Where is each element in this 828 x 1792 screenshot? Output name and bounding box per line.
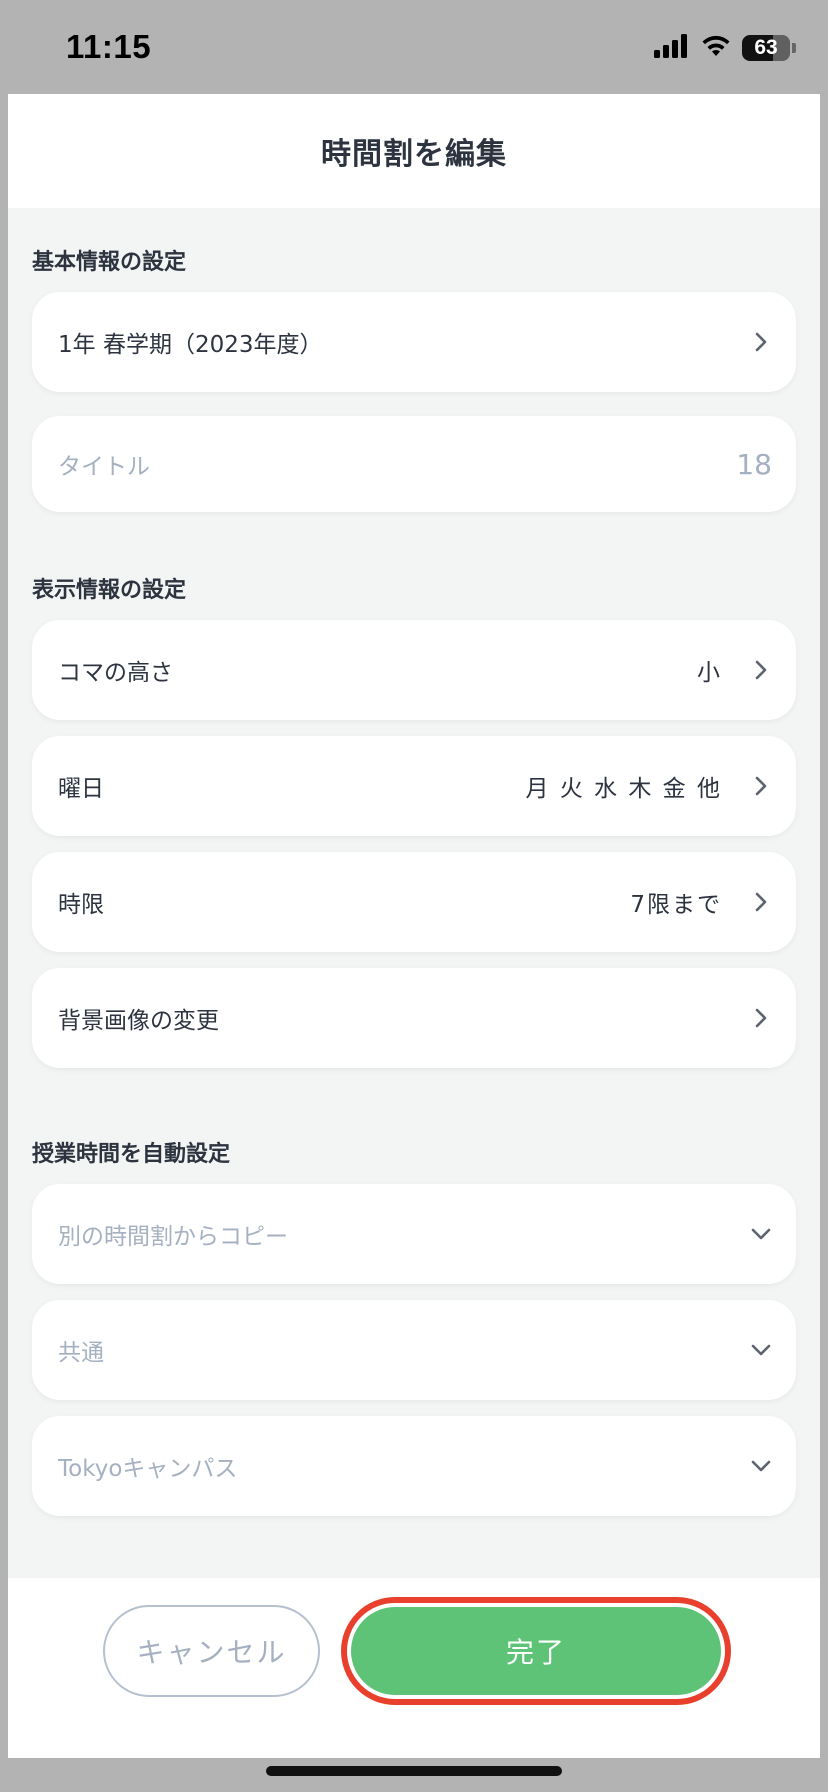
status-bar: 11:15 63 (0, 0, 828, 94)
row-weekdays[interactable]: 曜日 月 火 水 木 金 他 (32, 736, 796, 836)
row-label: 時限 (58, 892, 104, 918)
footer-bar: キャンセル 完了 (8, 1578, 820, 1758)
dropdown-common[interactable]: 共通 (32, 1300, 796, 1400)
section-label-display: 表示情報の設定 (32, 578, 187, 603)
row-cell-height[interactable]: コマの高さ 小 (32, 620, 796, 720)
wifi-icon (700, 34, 732, 62)
signal-icon (654, 34, 690, 62)
row-value: 月 火 水 木 金 他 (525, 776, 722, 802)
chevron-down-icon (750, 1455, 772, 1477)
row-label: コマの高さ (58, 660, 173, 686)
term-label: 1年 春学期（2023年度） (58, 332, 323, 358)
chevron-down-icon (750, 1223, 772, 1245)
section-label-auto: 授業時間を自動設定 (32, 1142, 231, 1167)
row-value: 小 (697, 660, 722, 686)
dropdown-campus[interactable]: Tokyoキャンパス (32, 1416, 796, 1516)
dropdown-copy-timetable[interactable]: 別の時間割からコピー (32, 1184, 796, 1284)
dropdown-placeholder: 別の時間割からコピー (58, 1224, 288, 1250)
row-periods[interactable]: 時限 7限まで (32, 852, 796, 952)
chevron-right-icon (750, 1007, 772, 1029)
row-label: 曜日 (58, 776, 104, 802)
status-icons: 63 (654, 34, 796, 62)
screen: 11:15 63 時間割を編集 基本情報の設定 1年 春学期（2023年度） タ… (0, 0, 828, 1792)
chevron-right-icon (750, 775, 772, 797)
row-label: 背景画像の変更 (58, 1008, 219, 1034)
title-char-counter: 18 (736, 447, 772, 481)
chevron-right-icon (750, 331, 772, 353)
dropdown-placeholder: Tokyoキャンパス (58, 1456, 238, 1482)
chevron-down-icon (750, 1339, 772, 1361)
dropdown-placeholder: 共通 (58, 1340, 104, 1366)
term-select-row[interactable]: 1年 春学期（2023年度） (32, 292, 796, 392)
done-button[interactable]: 完了 (351, 1607, 721, 1695)
row-value: 7限まで (630, 892, 722, 918)
title-placeholder: タイトル (58, 454, 150, 480)
edit-timetable-sheet: 時間割を編集 基本情報の設定 1年 春学期（2023年度） タイトル 18 表示… (8, 94, 820, 1758)
cancel-button[interactable]: キャンセル (103, 1605, 320, 1697)
battery-icon: 63 (742, 35, 790, 61)
sheet-header: 時間割を編集 (8, 94, 820, 208)
title-input[interactable]: タイトル 18 (32, 416, 796, 512)
page-title: 時間割を編集 (321, 137, 507, 172)
status-time: 11:15 (66, 28, 152, 65)
chevron-right-icon (750, 891, 772, 913)
battery-level: 63 (754, 36, 778, 59)
chevron-right-icon (750, 659, 772, 681)
battery-cap (792, 43, 796, 53)
section-label-basic: 基本情報の設定 (32, 250, 187, 275)
home-indicator[interactable] (266, 1766, 562, 1776)
row-background-image[interactable]: 背景画像の変更 (32, 968, 796, 1068)
